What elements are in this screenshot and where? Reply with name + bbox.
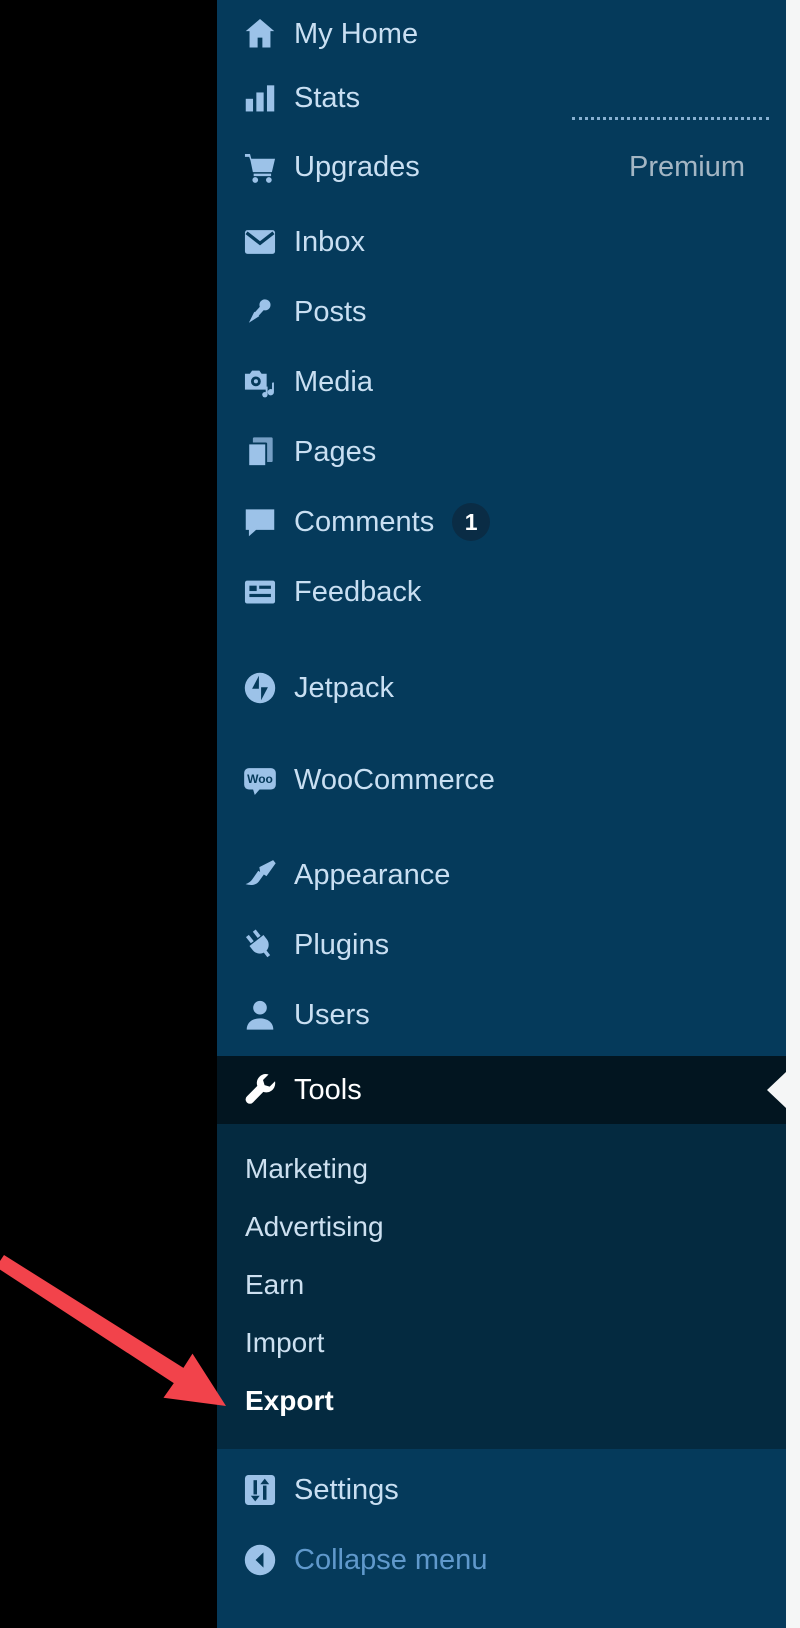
submenu-label: Import	[245, 1327, 324, 1359]
sidebar-item-inbox[interactable]: Inbox	[217, 208, 786, 276]
mail-icon	[241, 223, 279, 261]
cart-icon	[241, 148, 279, 186]
woo-logo-text: Woo	[247, 772, 273, 786]
sidebar-item-my-home[interactable]: My Home	[217, 0, 786, 68]
sidebar-item-posts[interactable]: Posts	[217, 278, 786, 346]
camera-icon	[241, 363, 279, 401]
feedback-icon	[241, 573, 279, 611]
sidebar-item-label: Settings	[294, 1474, 399, 1507]
sidebar-item-media[interactable]: Media	[217, 348, 786, 416]
sidebar-item-label: Plugins	[294, 929, 389, 962]
collapse-menu-label: Collapse menu	[294, 1544, 487, 1577]
sidebar-item-settings[interactable]: Settings	[217, 1455, 786, 1525]
submenu-label: Export	[245, 1385, 334, 1417]
sidebar-item-label: Comments	[294, 506, 434, 539]
plugin-icon	[241, 926, 279, 964]
sidebar-item-label: Upgrades	[294, 151, 420, 184]
sidebar-item-label: Appearance	[294, 859, 450, 892]
pages-icon	[241, 433, 279, 471]
sidebar-item-feedback[interactable]: Feedback	[217, 558, 786, 626]
sidebar-item-stats[interactable]: Stats	[217, 64, 786, 132]
submenu-item-import[interactable]: Import	[217, 1314, 786, 1372]
sidebar-item-label: Inbox	[294, 226, 365, 259]
comment-icon	[241, 503, 279, 541]
sidebar-item-label: WooCommerce	[294, 764, 495, 797]
sidebar-item-label: Media	[294, 366, 373, 399]
sidebar-item-tools[interactable]: Tools	[217, 1056, 786, 1124]
jetpack-icon	[241, 669, 279, 707]
stats-icon	[241, 79, 279, 117]
sidebar-item-plugins[interactable]: Plugins	[217, 911, 786, 979]
sidebar-item-comments[interactable]: Comments 1	[217, 488, 786, 556]
sidebar-item-pages[interactable]: Pages	[217, 418, 786, 486]
sidebar-item-upgrades[interactable]: Upgrades Premium	[217, 133, 786, 201]
sidebar-item-label: Tools	[294, 1074, 362, 1107]
content-area-edge	[786, 0, 800, 1628]
home-icon	[241, 15, 279, 53]
sidebar-item-appearance[interactable]: Appearance	[217, 841, 786, 909]
sidebar-item-label: Jetpack	[294, 672, 394, 705]
admin-sidebar: My Home Stats Upgrades Premium Inbox Pos…	[217, 0, 786, 1628]
submenu-item-marketing[interactable]: Marketing	[217, 1140, 786, 1198]
settings-icon	[241, 1471, 279, 1509]
sidebar-item-label: Posts	[294, 296, 367, 329]
tools-submenu: Marketing Advertising Earn Import Export	[217, 1124, 786, 1449]
collapse-icon	[241, 1541, 279, 1579]
submenu-item-advertising[interactable]: Advertising	[217, 1198, 786, 1256]
submenu-item-export[interactable]: Export	[217, 1372, 786, 1430]
submenu-label: Marketing	[245, 1153, 368, 1185]
pushpin-icon	[241, 293, 279, 331]
submenu-label: Earn	[245, 1269, 304, 1301]
sidebar-item-label: Stats	[294, 82, 360, 115]
woocommerce-icon: Woo	[241, 761, 279, 799]
sidebar-item-label: Pages	[294, 436, 376, 469]
collapse-menu-button[interactable]: Collapse menu	[217, 1525, 786, 1595]
sidebar-item-label: Feedback	[294, 576, 421, 609]
premium-tag: Premium	[629, 151, 745, 184]
comments-count-badge: 1	[452, 503, 490, 541]
user-icon	[241, 996, 279, 1034]
sidebar-item-jetpack[interactable]: Jetpack	[217, 654, 786, 722]
brush-icon	[241, 856, 279, 894]
sidebar-item-woocommerce[interactable]: Woo WooCommerce	[217, 746, 786, 814]
submenu-label: Advertising	[245, 1211, 384, 1243]
wrench-icon	[241, 1071, 279, 1109]
active-menu-arrow	[767, 1072, 786, 1108]
sidebar-item-label: My Home	[294, 18, 418, 51]
submenu-item-earn[interactable]: Earn	[217, 1256, 786, 1314]
sidebar-item-label: Users	[294, 999, 370, 1032]
sidebar-item-users[interactable]: Users	[217, 981, 786, 1049]
